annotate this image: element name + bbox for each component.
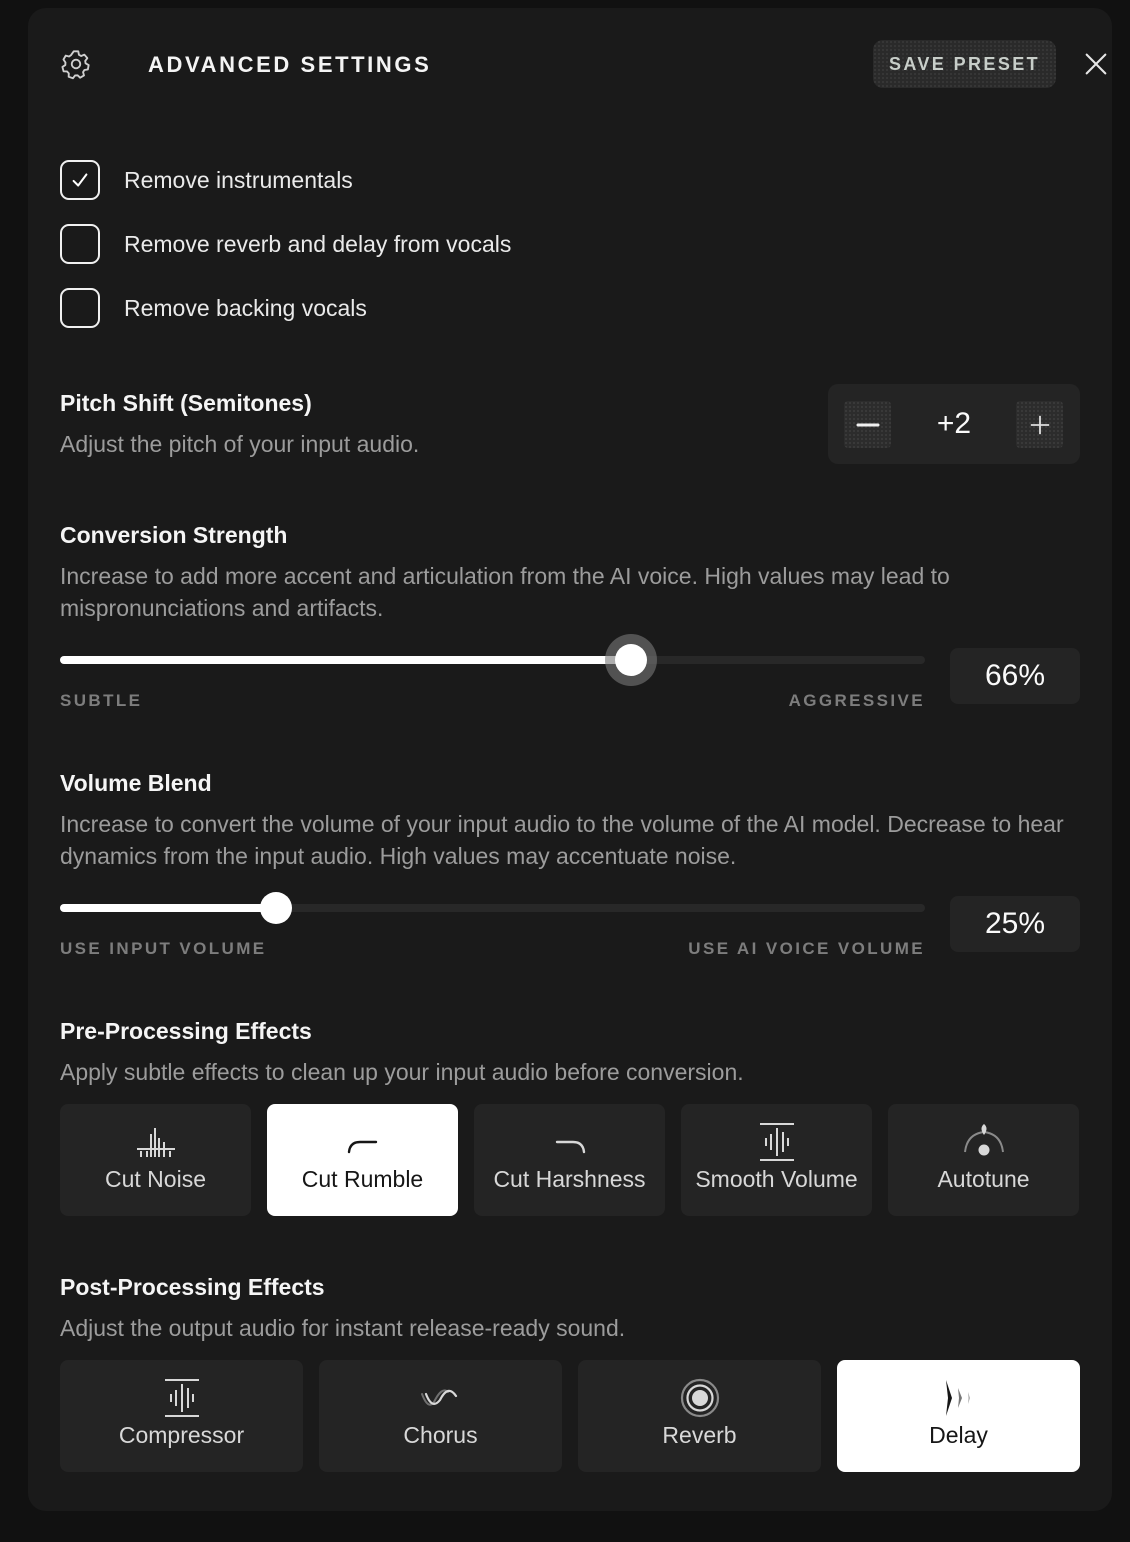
decrement-button[interactable] xyxy=(844,401,891,448)
effect-label: Compressor xyxy=(118,1422,245,1448)
effect-label: Reverb xyxy=(662,1422,737,1448)
slider-thumb[interactable] xyxy=(260,892,293,924)
volume-blend-description: Increase to convert the volume of your i… xyxy=(60,811,1064,869)
volume-blend-slider[interactable] xyxy=(60,888,925,928)
effect-cut-rumble[interactable]: Cut Rumble xyxy=(267,1104,458,1216)
checkbox-remove-backing-vocals[interactable]: Remove backing vocals xyxy=(60,288,367,328)
pitch-shift-stepper: +2 xyxy=(828,384,1080,464)
slider-thumb[interactable] xyxy=(614,644,647,676)
post-processing-description: Adjust the output audio for instant rele… xyxy=(60,1315,626,1341)
reverb-rings-icon xyxy=(680,1378,719,1418)
checkbox-label: Remove reverb and delay from vocals xyxy=(124,230,512,257)
checkbox-label: Remove instrumentals xyxy=(124,166,353,193)
low-pass-icon xyxy=(555,1140,585,1154)
slider-max-label: USE AI VOICE VOLUME xyxy=(688,939,925,958)
post-processing-title: Post-Processing Effects xyxy=(60,1274,325,1300)
checkbox[interactable] xyxy=(60,160,100,200)
pre-processing-effects: Cut Noise Cut Rumble Cut Harshness Smoot… xyxy=(60,1104,1079,1216)
conversion-strength-title: Conversion Strength xyxy=(60,522,288,548)
compressor-icon xyxy=(759,1123,794,1161)
gear-icon xyxy=(61,50,90,80)
effect-label: Smooth Volume xyxy=(695,1166,858,1192)
chorus-wave-icon xyxy=(420,1389,457,1406)
checkbox-label: Remove backing vocals xyxy=(124,294,367,321)
checkbox-remove-instrumentals[interactable]: Remove instrumentals xyxy=(60,160,353,200)
pitch-shift-title: Pitch Shift (Semitones) xyxy=(60,390,312,416)
effect-label: Autotune xyxy=(937,1166,1030,1192)
pre-processing-description: Apply subtle effects to clean up your in… xyxy=(60,1059,744,1085)
effect-delay[interactable]: Delay xyxy=(837,1360,1080,1472)
conversion-strength-description: Increase to add more accent and articula… xyxy=(60,563,950,621)
effect-autotune[interactable]: Autotune xyxy=(888,1104,1079,1216)
post-processing-effects: Compressor Chorus Reverb Delay xyxy=(60,1360,1080,1472)
delay-echo-icon xyxy=(945,1380,970,1416)
advanced-settings-panel: ADVANCED SETTINGS SAVE PRESET Remove ins… xyxy=(28,8,1112,1511)
pitch-shift-value: +2 xyxy=(936,407,972,440)
effect-label: Chorus xyxy=(403,1422,478,1448)
save-preset-button[interactable]: SAVE PRESET xyxy=(873,40,1056,88)
close-icon[interactable] xyxy=(1082,50,1110,78)
effect-cut-noise[interactable]: Cut Noise xyxy=(60,1104,251,1216)
effect-reverb[interactable]: Reverb xyxy=(578,1360,821,1472)
effect-compressor[interactable]: Compressor xyxy=(60,1360,303,1472)
slider-fill xyxy=(60,904,277,912)
slider-min-label: SUBTLE xyxy=(60,691,143,710)
checkbox[interactable] xyxy=(60,224,100,264)
slider-fill xyxy=(60,656,631,664)
volume-blend-title: Volume Blend xyxy=(60,770,212,796)
plus-icon xyxy=(1030,415,1049,434)
high-pass-icon xyxy=(347,1140,377,1154)
minus-icon xyxy=(856,423,879,426)
slider-max-label: AGGRESSIVE xyxy=(788,691,925,710)
noise-gate-icon xyxy=(136,1128,175,1157)
increment-button[interactable] xyxy=(1016,401,1063,448)
conversion-strength-slider[interactable] xyxy=(60,640,925,680)
effect-label: Cut Harshness xyxy=(493,1166,646,1192)
effect-smooth-volume[interactable]: Smooth Volume xyxy=(681,1104,872,1216)
effect-label: Cut Noise xyxy=(105,1166,206,1192)
effect-label: Delay xyxy=(929,1422,988,1448)
effect-label: Cut Rumble xyxy=(301,1166,424,1192)
slider-min-label: USE INPUT VOLUME xyxy=(60,939,267,958)
autotune-icon xyxy=(963,1124,1004,1156)
pre-processing-title: Pre-Processing Effects xyxy=(60,1018,312,1044)
volume-blend-value[interactable]: 25% xyxy=(950,896,1080,952)
checkbox-remove-reverb-delay[interactable]: Remove reverb and delay from vocals xyxy=(60,224,511,264)
compressor-icon xyxy=(164,1379,199,1417)
effect-chorus[interactable]: Chorus xyxy=(319,1360,562,1472)
panel-header: ADVANCED SETTINGS SAVE PRESET xyxy=(60,40,1107,88)
effect-cut-harshness[interactable]: Cut Harshness xyxy=(474,1104,665,1216)
checkmark-icon xyxy=(72,173,88,187)
checkbox[interactable] xyxy=(60,288,100,328)
conversion-strength-value[interactable]: 66% xyxy=(950,648,1080,704)
panel-title: ADVANCED SETTINGS xyxy=(148,52,432,77)
